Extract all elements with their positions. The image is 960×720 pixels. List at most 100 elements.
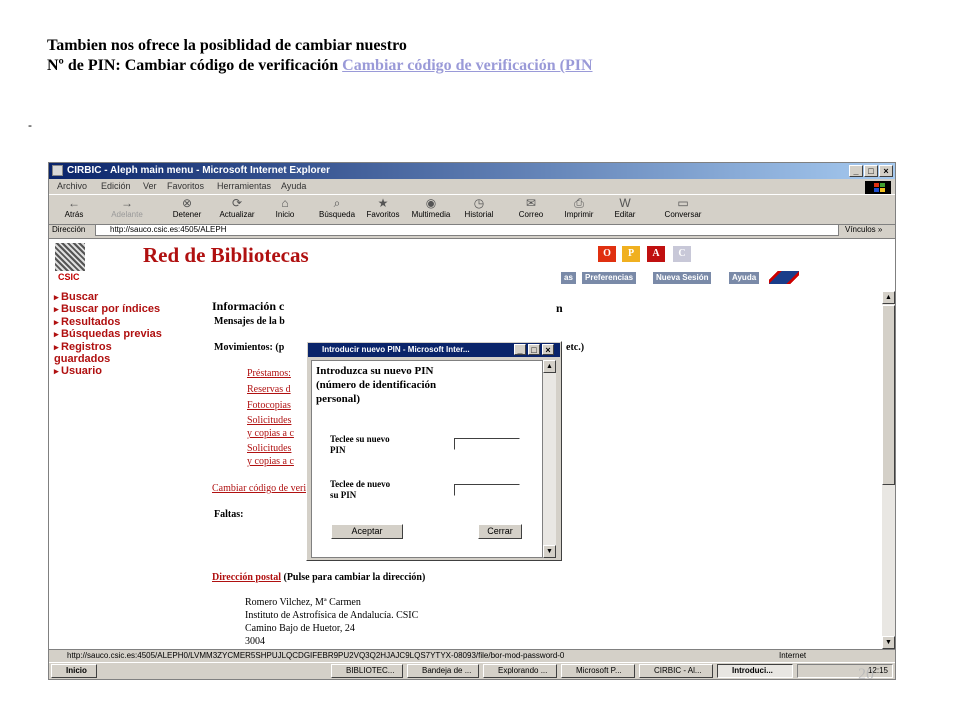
edit-button[interactable]: W Editar [605,196,645,219]
refresh-button[interactable]: ⟳ Actualizar [217,196,257,219]
link-reservas[interactable]: Reservas d [247,384,291,395]
minimize-icon[interactable]: _ [849,165,863,177]
menu-herramientas[interactable]: Herramientas [217,181,271,191]
task-cirbic[interactable]: CIRBIC - Al... [639,664,713,678]
maximize-icon[interactable]: □ [864,165,878,177]
csic-logo [55,243,85,271]
direccion-link[interactable]: Dirección postal [212,572,281,583]
dialog-scroll-down-icon[interactable]: ▼ [543,545,556,558]
status-bar: http://sauco.csic.es:4505/ALEPH0/LVMM3ZY… [49,649,895,663]
back-icon: ← [68,196,80,210]
browser-toolbar: ← Atrás → Adelante ⊗ Detener ⟳ Actualizar ⌂ I… [49,194,895,225]
address-input[interactable]: http://sauco.csic.es:4505/ALEPH [95,224,839,236]
movimientos-label: Movimientos: (p [214,342,285,353]
confirm-pin-input[interactable] [454,484,520,496]
nav-button-partial[interactable]: as [561,272,576,284]
nav-resultados[interactable]: Resultados [54,316,162,328]
menu-edicion[interactable]: Edición [101,181,131,191]
scroll-down-icon[interactable]: ▼ [882,636,895,649]
mail-icon: ✉ [525,196,537,210]
start-button[interactable]: Inicio [51,664,97,678]
dialog-scrollbar[interactable]: ▲ ▼ [543,360,556,558]
menu-ayuda[interactable]: Ayuda [281,181,306,191]
dialog-maximize-icon[interactable]: □ [528,344,540,355]
close-button[interactable]: Cerrar [478,524,522,539]
pin-dialog: Introducir nuevo PIN - Microsoft Inter..… [306,341,562,561]
browser-screenshot: CIRBIC - Aleph main menu - Microsoft Int… [48,162,896,680]
page-number: 20 [858,666,874,683]
nav-buscar-indices[interactable]: Buscar por índices [54,303,162,315]
task-microsoft-p[interactable]: Microsoft P... [561,664,635,678]
back-button[interactable]: ← Atrás [54,196,94,219]
accept-button[interactable]: Aceptar [331,524,403,539]
opac-letter-p: P [622,246,640,262]
address-line-2: Instituto de Astrofísica de Andalucía. C… [245,610,419,621]
stop-button[interactable]: ⊗ Detener [167,196,207,219]
scroll-thumb[interactable] [882,305,895,485]
link-fotocopias[interactable]: Fotocopias [247,400,291,411]
nav-registros[interactable]: Registros [54,341,162,353]
uk-flag-icon[interactable] [769,271,799,284]
window-title: CIRBIC - Aleph main menu - Microsoft Int… [67,165,330,176]
print-button[interactable]: ⎙ Imprimir [559,196,599,219]
pin-label-1: Teclee su nuevo PIN [330,434,390,455]
discuss-button[interactable]: ▭ Conversar [663,196,703,219]
favorites-button[interactable]: ★ Favoritos [363,196,403,219]
search-button[interactable]: ⌕ Búsqueda [317,196,357,219]
multimedia-button[interactable]: ◉ Multimedia [411,196,451,219]
nav-usuario[interactable]: Usuario [54,365,162,377]
link-solicitudes-1[interactable]: Solicitudes [247,415,291,426]
link-copias-2[interactable]: y copias a c [247,456,294,467]
forward-icon: → [121,196,133,210]
link-copias-1[interactable]: y copias a c [247,428,294,439]
opac-letter-a: A [647,246,665,262]
close-icon[interactable]: × [879,165,893,177]
menu-favoritos[interactable]: Favoritos [167,181,204,191]
dialog-body: Introduzca su nuevo PIN (número de ident… [311,360,543,558]
nav-button-ayuda[interactable]: Ayuda [729,272,760,284]
forward-button[interactable]: → Adelante [107,196,147,219]
nav-guardados[interactable]: guardados [54,353,162,365]
opac-letter-o: O [598,246,616,262]
scroll-up-icon[interactable]: ▲ [882,291,895,304]
home-button[interactable]: ⌂ Inicio [265,196,305,219]
dialog-title: Introducir nuevo PIN - Microsoft Inter..… [322,345,470,354]
dialog-titlebar: Introducir nuevo PIN - Microsoft Inter..… [308,343,560,357]
nav-busquedas-previas[interactable]: Búsquedas previas [54,328,162,340]
dialog-heading: Introduzca su nuevo PIN (número de ident… [316,365,437,405]
opac-letter-c: C [673,246,691,262]
nav-button-preferencias[interactable]: Preferencias [582,272,637,284]
nav-buscar[interactable]: Buscar [54,291,162,303]
mensajes-label: Mensajes de la b [214,316,285,327]
direccion-row: Dirección postal (Pulse para cambiar la … [212,572,425,583]
mail-button[interactable]: ✉ Correo [511,196,551,219]
link-solicitudes-2[interactable]: Solicitudes [247,443,291,454]
caption-line-2: Nº de PIN: Cambiar código de verificació… [47,56,593,76]
menu-archivo[interactable]: Archivo [57,181,87,191]
history-button[interactable]: ◷ Historial [459,196,499,219]
window-titlebar: CIRBIC - Aleph main menu - Microsoft Int… [49,163,895,179]
task-bandeja[interactable]: Bandeja de ... [407,664,479,678]
page-scrollbar[interactable]: ▲ ▼ [882,291,895,649]
address-line-3: Camino Bajo de Huetor, 24 [245,623,355,634]
slide-caption: Tambien nos ofrece la posiblidad de camb… [47,36,593,76]
dash-mark: - [28,118,32,132]
task-explorando[interactable]: Explorando ... [483,664,557,678]
link-prestamos[interactable]: Préstamos: [247,368,291,379]
new-pin-input[interactable] [454,438,520,450]
info-heading-tail: n [556,301,563,315]
dialog-minimize-icon[interactable]: _ [514,344,526,355]
nav-button-nueva-sesion[interactable]: Nueva Sesión [653,272,712,284]
taskbar: Inicio BIBLIOTEC... Bandeja de ... Explo… [49,662,895,679]
dialog-scroll-up-icon[interactable]: ▲ [543,360,556,373]
discuss-icon: ▭ [677,196,689,210]
menu-ver[interactable]: Ver [143,181,157,191]
task-bibliotec[interactable]: BIBLIOTEC... [331,664,403,678]
links-label[interactable]: Vínculos » [845,225,882,234]
print-icon: ⎙ [574,196,584,210]
task-introducir[interactable]: Introduci... [717,664,793,678]
caption-link[interactable]: Cambiar código de verificación (PIN [342,57,592,74]
multimedia-icon: ◉ [425,196,437,210]
history-icon: ◷ [473,196,485,210]
dialog-close-icon[interactable]: × [542,344,554,355]
